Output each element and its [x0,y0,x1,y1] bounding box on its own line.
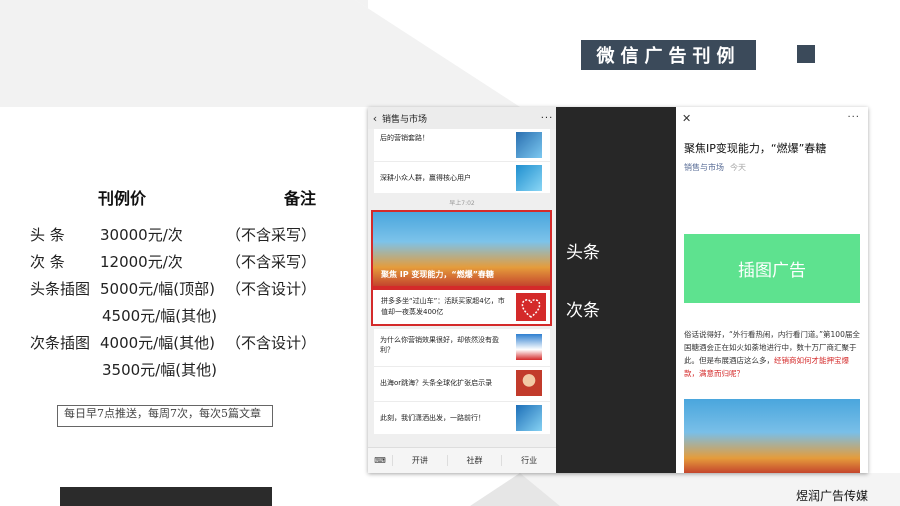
secondary-article-title: 拼多多坐“过山车”：活跃买家超4亿，市值却一夜蒸发400亿 [381,297,505,316]
back-arrow-icon[interactable]: ‹ [368,112,382,125]
rate-row-note: （不含采写） [226,226,317,244]
headline-article-highlight[interactable]: 聚焦 IP 变现能力，“燃爆”春糖 [371,210,552,288]
bottom-dark-bar [60,487,272,506]
price-header: 刊例价 [98,189,147,208]
menu-item-talk[interactable]: 开讲 [392,455,447,466]
list-item[interactable]: 出海or跳海？头条全球化扩张启示录 [374,366,550,400]
rate-row-price: 4000元/幅(其他) [100,334,215,352]
list-item[interactable]: 为什么你营销效果很好，却依然没有盈利？ [374,331,550,365]
article-thumbnail [516,405,542,431]
push-schedule-note: 每日早7点推送，每周7次，每次5篇文章 [57,405,273,427]
inline-ad-placeholder: 插图广告 [684,234,860,303]
list-item[interactable]: 此刻，我们潇洒出发，一路前行！ [374,401,550,434]
article-card: 为什么你营销效果很好，却依然没有盈利？ 出海or跳海？头条全球化扩张启示录 此刻… [374,329,550,434]
brand-name: 煜润广告传媒 [796,489,869,503]
rate-row-price: 30000元/次 [100,226,183,244]
rate-row-name: 头 条 [30,226,65,244]
rate-row-name: 头条插图 [30,280,91,298]
slide-title: 微信广告刊例 [581,40,756,70]
secondary-article-highlight[interactable]: 拼多多坐“过山车”：活跃买家超4亿，市值却一夜蒸发400亿 [371,288,552,326]
heart-thumbnail-icon [516,293,546,321]
article-thumbnail [516,165,542,191]
article-list-pane: ‹ 销售与市场 ··· 后的营销套路！ 深耕小众人群，赢得核心用户 早上7:02… [368,107,556,473]
keyboard-icon[interactable]: ⌨ [368,456,392,465]
secondary-label: 次条 [566,301,600,321]
wechat-screenshot-composite: ‹ 销售与市场 ··· 后的营销套路！ 深耕小众人群，赢得核心用户 早上7:02… [368,107,868,473]
rate-row-price: 3500元/幅(其他) [102,361,217,379]
rate-row-price: 12000元/次 [100,253,183,271]
article-photo [684,399,860,473]
rate-row-price: 4500元/幅(其他) [102,307,217,325]
rate-row-name: 次条插图 [30,334,91,352]
headline-label: 头条 [566,243,600,263]
list-item[interactable]: 深耕小众人群，赢得核心用户 [374,161,550,193]
list-item[interactable]: 后的营销套路！ [374,129,550,161]
rate-row-note: （不含采写） [226,253,317,271]
account-menu-bar: ⌨ 开讲 社群 行业 [368,447,556,473]
article-thumbnail [516,370,542,396]
label-panel: 头条 次条 [556,107,676,473]
article-thumbnail [516,132,542,158]
article-detail-pane: ✕ ··· 聚焦IP变现能力，“燃爆”春糖 销售与市场 今天 插图广告 俗话说得好… [676,107,868,473]
rate-row-note: （不含设计） [226,280,317,298]
push-timestamp: 早上7:02 [449,200,475,207]
rate-row-note: （不含设计） [226,334,317,352]
list-item-title: 出海or跳海？头条全球化扩张启示录 [380,379,493,387]
rate-row-price: 5000元/幅(顶部) [100,280,215,298]
list-item-title: 此刻，我们潇洒出发，一路前行！ [380,414,485,422]
menu-item-industry[interactable]: 行业 [501,455,556,466]
more-options-icon[interactable]: ··· [538,113,556,124]
more-options-icon[interactable]: ··· [847,112,860,123]
article-title: 聚焦IP变现能力，“燃爆”春糖 [684,142,827,155]
article-card: 后的营销套路！ 深耕小众人群，赢得核心用户 [374,129,550,193]
rate-row-name: 次 条 [30,253,65,271]
article-date: 今天 [730,163,746,172]
list-item-title: 后的营销套路！ [380,134,429,142]
list-item-title: 为什么你营销效果很好，却依然没有盈利？ [380,336,499,354]
article-thumbnail [516,334,542,360]
list-header-title: 销售与市场 [382,114,428,125]
close-icon[interactable]: ✕ [682,112,691,125]
list-header: ‹ 销售与市场 ··· [368,107,556,129]
article-meta: 销售与市场 今天 [684,162,746,173]
list-item-title: 深耕小众人群，赢得核心用户 [380,174,471,182]
headline-caption: 聚焦 IP 变现能力，“燃爆”春糖 [381,270,494,279]
article-account[interactable]: 销售与市场 [684,163,724,172]
menu-item-community[interactable]: 社群 [446,455,502,466]
title-square-decoration [797,45,815,63]
note-header: 备注 [284,189,317,208]
article-body: 俗话说得好，“外行看热闹，内行看门道。”第100届全国糖酒会正在如火如荼地进行中… [684,328,860,380]
